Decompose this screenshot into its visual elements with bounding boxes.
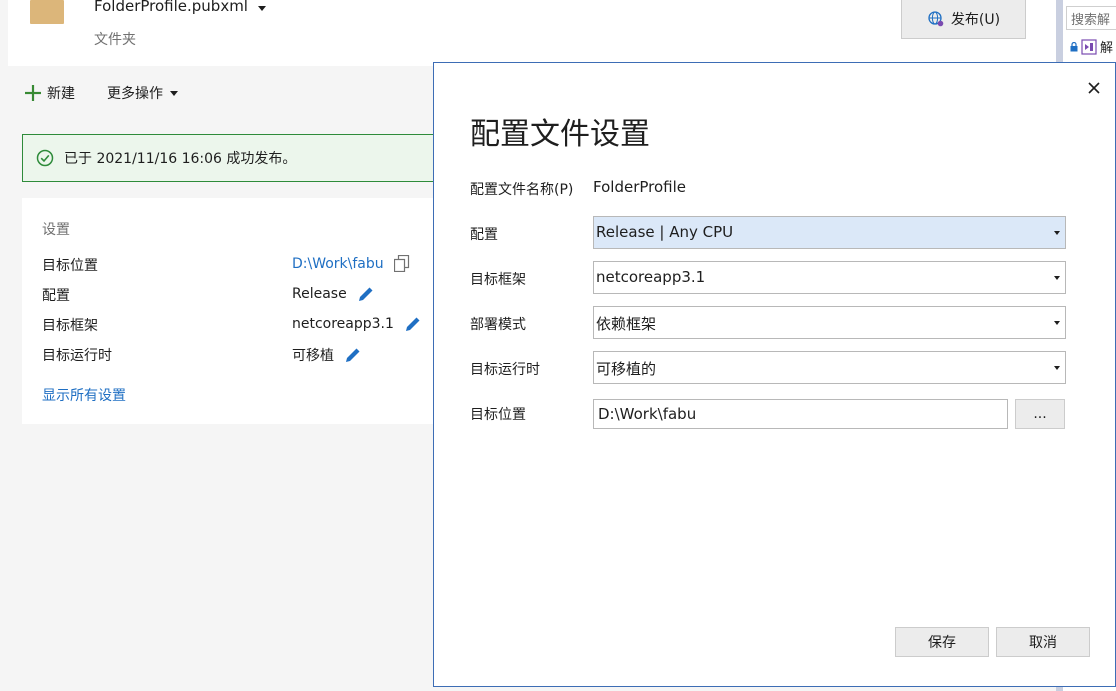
settings-heading: 设置	[42, 222, 70, 238]
configuration-dropdown[interactable]: Release | Any CPU	[593, 216, 1066, 249]
setting-row-target-location: 目标位置 D:\Work\fabu	[42, 253, 442, 277]
profile-settings-dialog: 配置文件设置 配置文件名称(P) FolderProfile 配置 Releas…	[433, 62, 1116, 687]
profile-selector[interactable]: FolderProfile.pubxml	[94, 0, 248, 15]
settings-summary-card: 设置 目标位置 D:\Work\fabu 配置 Release 目标框架 net…	[22, 198, 442, 424]
publish-button-label: 发布(U)	[950, 12, 1001, 28]
setting-key: 目标框架	[42, 318, 98, 334]
target-framework-label: 目标框架	[470, 272, 526, 288]
chevron-down-icon	[1054, 366, 1060, 370]
setting-value: 可移植	[292, 348, 334, 364]
publish-toolbar: 新建 更多操作	[24, 83, 178, 103]
target-runtime-value: 可移植的	[596, 360, 657, 378]
show-all-settings-link[interactable]: 显示所有设置	[42, 385, 126, 405]
dialog-title: 配置文件设置	[470, 117, 650, 152]
target-framework-value: netcoreapp3.1	[596, 268, 706, 286]
profile-header: FolderProfile.pubxml 文件夹 发布(U)	[8, 0, 1056, 66]
close-icon[interactable]	[1087, 81, 1101, 95]
more-actions-menu[interactable]: 更多操作	[107, 83, 178, 103]
folder-icon	[30, 0, 64, 24]
deployment-mode-label: 部署模式	[470, 317, 526, 333]
target-runtime-dropdown[interactable]: 可移植的	[593, 351, 1066, 384]
setting-key: 配置	[42, 288, 70, 304]
copy-icon[interactable]	[393, 255, 410, 272]
profile-name-label: 配置文件名称(P)	[470, 182, 574, 198]
setting-row-configuration: 配置 Release	[42, 283, 442, 307]
target-location-label: 目标位置	[470, 407, 526, 423]
setting-row-target-framework: 目标框架 netcoreapp3.1	[42, 313, 442, 337]
new-profile-button[interactable]: 新建	[24, 83, 75, 103]
new-profile-label: 新建	[47, 86, 75, 102]
deployment-mode-dropdown[interactable]: 依赖框架	[593, 306, 1066, 339]
solution-search-input[interactable]: 搜索解	[1066, 6, 1116, 30]
setting-value: netcoreapp3.1	[292, 316, 394, 332]
chevron-down-icon	[1054, 231, 1060, 235]
more-actions-label: 更多操作	[107, 86, 163, 102]
configuration-value: Release | Any CPU	[596, 223, 734, 241]
check-circle-icon	[36, 149, 54, 167]
chevron-down-icon	[1054, 321, 1060, 325]
pencil-icon[interactable]	[344, 346, 362, 364]
lock-icon	[1070, 41, 1078, 51]
globe-icon	[928, 11, 944, 27]
setting-key: 目标位置	[42, 258, 98, 274]
publish-button[interactable]: 发布(U)	[901, 0, 1026, 39]
target-framework-dropdown[interactable]: netcoreapp3.1	[593, 261, 1066, 294]
target-location-link[interactable]: D:\Work\fabu	[292, 256, 384, 272]
setting-value: Release	[292, 286, 347, 302]
setting-row-target-runtime: 目标运行时 可移植	[42, 343, 442, 367]
browse-button[interactable]: ...	[1015, 399, 1065, 429]
chevron-down-icon	[1054, 276, 1060, 280]
cancel-button[interactable]: 取消	[996, 627, 1090, 657]
target-runtime-label: 目标运行时	[470, 362, 540, 378]
profile-name-value: FolderProfile	[593, 178, 686, 196]
target-location-input[interactable]	[593, 399, 1008, 429]
plus-icon	[25, 85, 41, 101]
setting-key: 目标运行时	[42, 348, 112, 364]
success-message: 已于 2021/11/16 16:06 成功发布。	[64, 151, 297, 167]
chevron-down-icon[interactable]	[258, 6, 266, 11]
publish-success-banner: 已于 2021/11/16 16:06 成功发布。	[22, 134, 442, 182]
save-button[interactable]: 保存	[895, 627, 989, 657]
deployment-mode-value: 依赖框架	[596, 315, 657, 333]
pencil-icon[interactable]	[357, 285, 375, 303]
solution-item-label: 解	[1100, 41, 1114, 56]
configuration-label: 配置	[470, 227, 498, 243]
solution-tree-item[interactable]: 解	[1070, 37, 1113, 56]
pencil-icon[interactable]	[404, 315, 422, 333]
chevron-down-icon	[170, 90, 178, 96]
visual-studio-solution-icon	[1081, 38, 1097, 55]
profile-type-label: 文件夹	[94, 32, 136, 48]
